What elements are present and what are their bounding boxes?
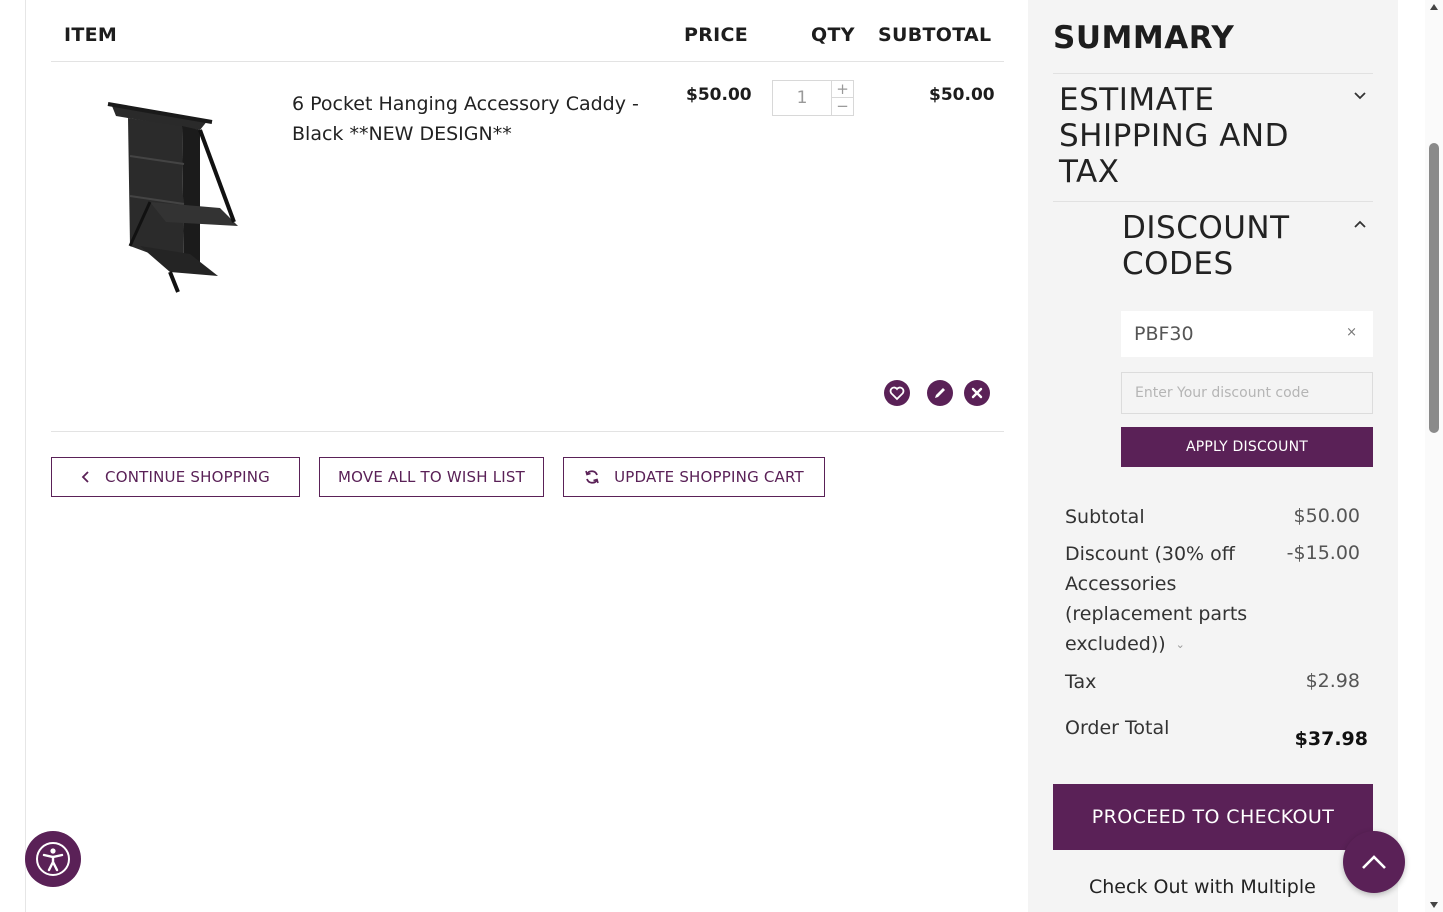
move-all-to-wishlist-label: MOVE ALL TO WISH LIST xyxy=(338,468,525,486)
page-left-border xyxy=(25,0,26,912)
column-header-price: PRICE xyxy=(684,24,749,46)
qty-decrease-button[interactable]: − xyxy=(831,98,853,115)
summary-divider xyxy=(1053,73,1373,74)
discount-code-input[interactable] xyxy=(1121,372,1373,414)
order-total-label: Order Total xyxy=(1065,717,1170,739)
row-divider xyxy=(51,431,1004,432)
cart-table-header: ITEM PRICE QTY SUBTOTAL xyxy=(51,0,1004,62)
column-header-subtotal: SUBTOTAL xyxy=(878,24,992,46)
product-image[interactable] xyxy=(100,96,240,296)
update-cart-label: UPDATE SHOPPING CART xyxy=(614,468,804,486)
move-to-wishlist-button[interactable] xyxy=(884,380,910,406)
discount-label[interactable]: Discount (30% off Accessories (replaceme… xyxy=(1065,539,1290,660)
pencil-icon xyxy=(935,388,945,398)
remove-item-button[interactable] xyxy=(964,380,990,406)
refresh-icon xyxy=(585,470,599,484)
summary-divider xyxy=(1053,201,1373,202)
item-price: $50.00 xyxy=(686,85,752,105)
caddy-product-image xyxy=(107,102,238,293)
applied-discount-code: PBF30 × xyxy=(1121,311,1373,357)
checkout-multiple-addresses-link[interactable]: Check Out with Multiple xyxy=(1089,876,1316,898)
subtotal-label: Subtotal xyxy=(1065,506,1145,528)
chevron-down-icon[interactable] xyxy=(1352,88,1368,104)
heart-icon xyxy=(889,386,905,401)
scroll-up-arrow-icon[interactable] xyxy=(1430,4,1438,10)
cart-page: ITEM PRICE QTY SUBTOTAL 6 Pocket Hanging… xyxy=(0,0,1443,912)
order-total-value: $37.98 xyxy=(1294,728,1368,750)
scroll-down-arrow-icon[interactable] xyxy=(1430,902,1438,908)
edit-item-button[interactable] xyxy=(927,380,953,406)
discount-value: -$15.00 xyxy=(1286,542,1360,564)
continue-shopping-button[interactable]: CONTINUE SHOPPING xyxy=(51,457,300,497)
column-header-item: ITEM xyxy=(64,24,118,46)
chevron-left-icon xyxy=(81,471,89,483)
back-to-top-button[interactable] xyxy=(1343,831,1405,893)
quantity-input[interactable] xyxy=(773,81,831,115)
remove-code-button[interactable]: × xyxy=(1346,325,1357,340)
continue-shopping-label: CONTINUE SHOPPING xyxy=(105,468,270,486)
qty-increase-button[interactable]: + xyxy=(831,81,853,98)
update-cart-button[interactable]: UPDATE SHOPPING CART xyxy=(563,457,825,497)
chevron-up-icon[interactable] xyxy=(1352,216,1368,232)
proceed-to-checkout-button[interactable]: PROCEED TO CHECKOUT xyxy=(1053,784,1373,850)
apply-discount-button[interactable]: APPLY DISCOUNT xyxy=(1121,427,1373,467)
applied-code-text: PBF30 xyxy=(1134,323,1194,345)
column-header-qty: QTY xyxy=(811,24,855,46)
subtotal-value: $50.00 xyxy=(1293,505,1360,527)
discount-label-text: Discount (30% off Accessories (replaceme… xyxy=(1065,543,1248,655)
tax-label: Tax xyxy=(1065,671,1097,693)
quantity-stepper: + − xyxy=(772,80,854,116)
summary-title: SUMMARY xyxy=(1053,20,1235,56)
item-subtotal: $50.00 xyxy=(929,85,995,105)
accessibility-icon xyxy=(36,842,70,876)
close-icon xyxy=(971,387,983,399)
discount-codes-toggle[interactable]: DISCOUNT CODES xyxy=(1122,210,1342,282)
accessibility-button[interactable] xyxy=(25,831,81,887)
chevron-down-icon[interactable]: ⌄ xyxy=(1176,630,1185,660)
product-name-link[interactable]: 6 Pocket Hanging Accessory Caddy - Black… xyxy=(292,89,662,149)
estimate-shipping-toggle[interactable]: ESTIMATE SHIPPING AND TAX xyxy=(1059,82,1339,190)
scrollbar[interactable] xyxy=(1425,0,1443,912)
scrollbar-thumb[interactable] xyxy=(1429,143,1439,433)
move-all-to-wishlist-button[interactable]: MOVE ALL TO WISH LIST xyxy=(319,457,544,497)
tax-value: $2.98 xyxy=(1305,670,1360,692)
order-summary-panel: SUMMARY ESTIMATE SHIPPING AND TAX DISCOU… xyxy=(1028,0,1398,912)
chevron-up-icon xyxy=(1362,855,1386,869)
